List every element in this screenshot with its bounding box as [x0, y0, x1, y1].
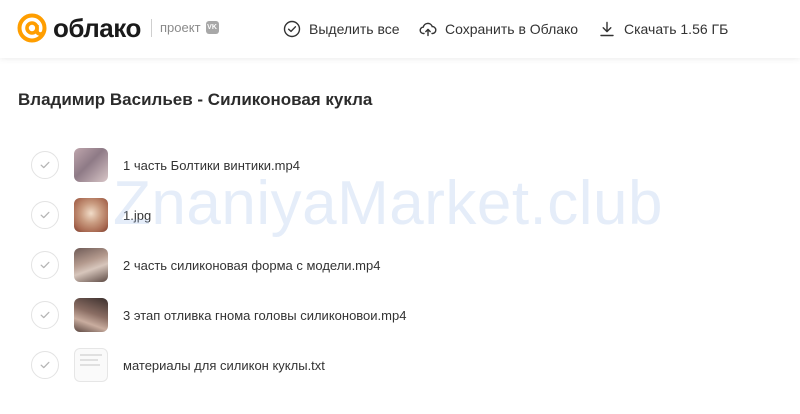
row-checkbox[interactable]	[31, 201, 59, 229]
project-text: проект	[160, 20, 201, 35]
file-name[interactable]: 1.jpg	[123, 208, 151, 223]
checkmark-icon	[40, 361, 50, 369]
list-item[interactable]: 1.jpg	[0, 190, 800, 240]
project-label[interactable]: проект VK	[160, 20, 219, 35]
at-sign-logo-icon	[17, 13, 47, 43]
select-all-button[interactable]: Выделить все	[283, 20, 400, 38]
list-item[interactable]: 3 этап отливка гнома головы силиконовои.…	[0, 290, 800, 340]
video-thumbnail	[74, 298, 108, 332]
download-icon	[600, 21, 614, 37]
row-checkbox[interactable]	[31, 301, 59, 329]
file-name[interactable]: 1 часть Болтики винтики.mp4	[123, 158, 300, 173]
cloud-upload-icon	[419, 22, 437, 37]
select-all-label: Выделить все	[309, 21, 400, 37]
checkmark-icon	[40, 311, 50, 319]
save-to-cloud-button[interactable]: Сохранить в Облако	[419, 20, 578, 38]
image-thumbnail	[74, 198, 108, 232]
vk-icon: VK	[205, 21, 219, 34]
list-item[interactable]: 1 часть Болтики винтики.mp4	[0, 140, 800, 190]
row-checkbox[interactable]	[31, 151, 59, 179]
file-name[interactable]: 3 этап отливка гнома головы силиконовои.…	[123, 308, 406, 323]
download-label: Скачать 1.56 ГБ	[624, 21, 729, 37]
checkmark-icon	[40, 261, 50, 269]
top-header: облако проект VK Выделить все Сохранить …	[0, 0, 800, 58]
save-to-cloud-label: Сохранить в Облако	[445, 21, 579, 37]
checkmark-icon	[40, 211, 50, 219]
folder-title: Владимир Васильев - Силиконовая кукла	[18, 90, 373, 109]
check-circle-icon	[283, 20, 301, 38]
logo-text: облако	[53, 13, 141, 43]
text-file-thumbnail	[74, 348, 108, 382]
video-thumbnail	[74, 148, 108, 182]
row-checkbox[interactable]	[31, 251, 59, 279]
list-item[interactable]: 2 часть силиконовая форма с модели.mp4	[0, 240, 800, 290]
checkmark-icon	[40, 161, 50, 169]
download-button[interactable]: Скачать 1.56 ГБ	[598, 20, 728, 38]
file-name[interactable]: 2 часть силиконовая форма с модели.mp4	[123, 258, 380, 273]
video-thumbnail	[74, 248, 108, 282]
cloud-logo[interactable]: облако	[17, 13, 141, 43]
file-name[interactable]: материалы для силикон куклы.txt	[123, 358, 325, 373]
row-checkbox[interactable]	[31, 351, 59, 379]
list-item[interactable]: материалы для силикон куклы.txt	[0, 340, 800, 390]
logo-divider	[151, 19, 152, 37]
